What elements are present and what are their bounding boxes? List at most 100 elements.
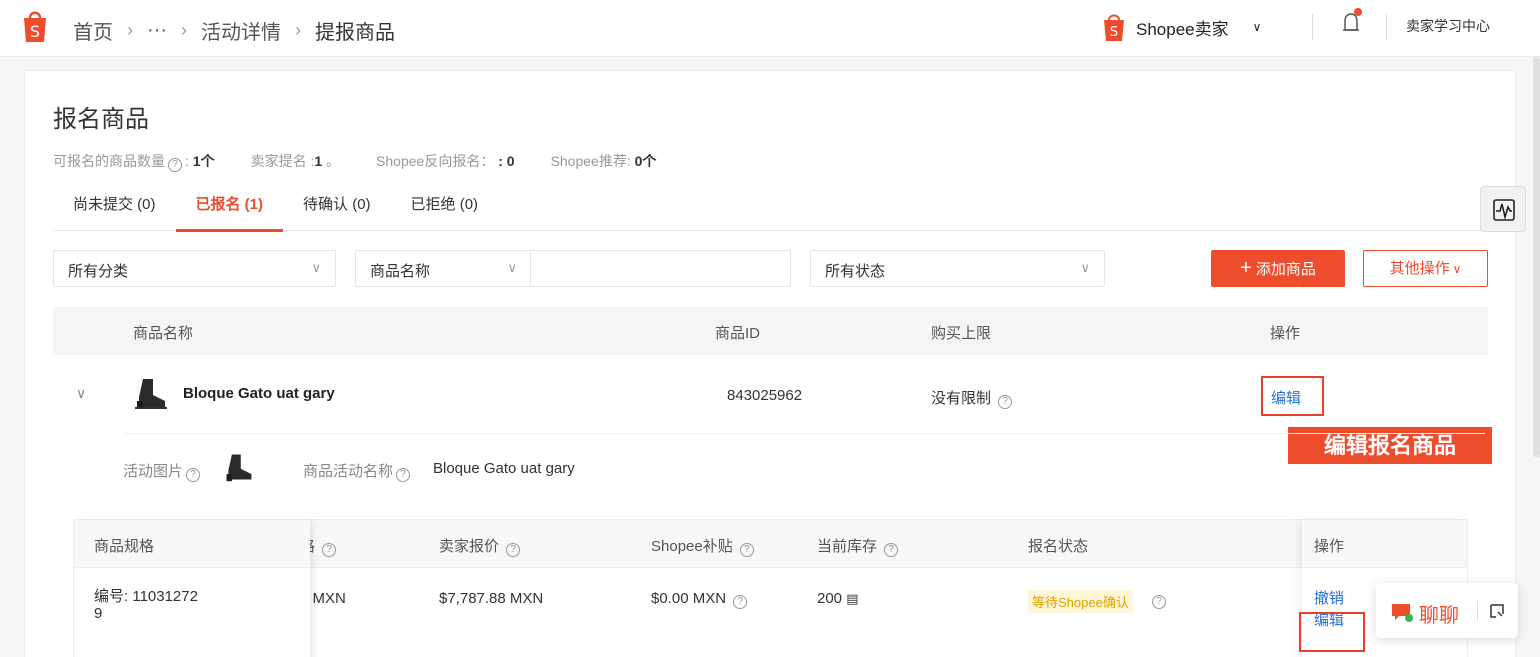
seller-menu[interactable]: S Shopee卖家 ∨ [1102, 12, 1261, 42]
help-icon[interactable]: ? [168, 158, 182, 172]
scrollbar[interactable] [1533, 57, 1540, 457]
top-bar: S 首页 › ··· › 活动详情 › 提报商品 S Shopee卖家 ∨ 卖家… [0, 0, 1540, 57]
help-icon[interactable]: ? [186, 468, 201, 482]
activity-name-label-text: 商品活动名称 [303, 463, 394, 480]
help-icon[interactable]: ? [739, 543, 754, 557]
activity-monitor-button[interactable] [1480, 186, 1526, 232]
breadcrumb-home[interactable]: 首页 [73, 16, 113, 45]
product-table-header: 商品名称 商品ID 购买上限 操作 [53, 307, 1488, 355]
bell-icon[interactable] [1337, 8, 1365, 38]
shopee-subsidy-text: $0.00 MXN [651, 590, 727, 607]
activity-name-label: 商品活动名称? [303, 460, 413, 482]
col-current-stock: 当前库存 ? [817, 535, 901, 557]
chevron-down-icon: ∨ [507, 260, 517, 275]
name-type-select[interactable]: 商品名称 ∨ [355, 250, 532, 287]
help-icon[interactable]: ? [1149, 590, 1169, 609]
product-thumbnail [135, 379, 167, 409]
spec-value-line1: 编号: 11031272 [94, 588, 198, 605]
col-purchase-limit: 购买上限 [931, 325, 992, 342]
chevron-down-icon: ∨ [1252, 20, 1262, 34]
breadcrumb-separator: › [294, 20, 301, 40]
col-spec: 商品规格 [74, 520, 310, 568]
col-product-id: 商品ID [715, 325, 761, 342]
stock-detail-icon[interactable]: ▤ [846, 591, 858, 606]
col-seller-price-text: 卖家报价 [439, 538, 500, 555]
svg-text:S: S [1110, 25, 1118, 40]
learning-center-link[interactable]: 卖家学习中心 [1406, 16, 1490, 36]
activity-image-label: 活动图片? [123, 460, 203, 482]
purchase-limit: 没有限制 ? [931, 387, 1015, 409]
divider [1477, 601, 1478, 621]
spec-value-line2: 9 [94, 605, 103, 622]
stat-recommend-value: 0个 [634, 153, 657, 169]
product-id: 843025962 [727, 387, 803, 404]
category-select[interactable]: 所有分类 ∨ [53, 250, 336, 287]
product-name[interactable]: Bloque Gato uat gary [183, 385, 335, 402]
stat-reverse-value: : 0 [498, 153, 515, 169]
stat-eligible-value: 1个 [192, 153, 215, 169]
more-actions-button[interactable]: 其他操作 ∨ [1363, 250, 1488, 287]
shopee-subsidy-value: $0.00 MXN ? [651, 590, 750, 609]
chat-label: 聊聊 [1419, 605, 1459, 627]
tab-not-submitted[interactable]: 尚未提交 (0) [53, 183, 176, 231]
more-actions-label: 其他操作 [1389, 260, 1450, 277]
help-icon[interactable]: ? [506, 543, 521, 557]
edit-button[interactable]: 编辑 [1261, 376, 1324, 416]
stat-reverse: Shopee反向报名： : 0 [376, 151, 515, 172]
help-icon[interactable]: ? [733, 595, 748, 609]
search-input[interactable] [530, 250, 791, 287]
help-icon[interactable]: ? [322, 543, 337, 557]
tab-rejected[interactable]: 已拒绝 (0) [391, 183, 499, 231]
activity-image[interactable] [223, 451, 255, 483]
chevron-down-icon: ∨ [1452, 262, 1462, 276]
purchase-limit-value: 没有限制 [931, 390, 992, 407]
add-product-button[interactable]: + 添加商品 [1211, 250, 1345, 287]
col-actions: 操作 [1270, 325, 1301, 342]
tab-signed-up[interactable]: 已报名 (1) [175, 183, 284, 232]
pulse-icon [1493, 199, 1515, 221]
help-icon[interactable]: ? [884, 543, 899, 557]
seller-label: Shopee卖家 [1136, 19, 1229, 39]
help-icon[interactable]: ? [396, 468, 411, 482]
variation-table: 格 ? 卖家报价 ? Shopee补贴 ? 当前库存 ? 报名状态 8 MXN … [73, 519, 1468, 657]
stock-text: 200 [817, 590, 843, 607]
chevron-down-icon: ∨ [1080, 260, 1090, 275]
stock-value: 200 ▤ [817, 590, 859, 607]
breadcrumb-current: 提报商品 [314, 22, 395, 44]
stat-seller-label: 卖家提名 : [250, 153, 315, 169]
help-icon[interactable]: ? [998, 395, 1013, 409]
tab-pending[interactable]: 待确认 (0) [283, 183, 391, 231]
col-shopee-subsidy-text: Shopee补贴 [651, 538, 733, 555]
col-signup-status: 报名状态 [1028, 538, 1089, 555]
stat-recommend-label: Shopee推荐: [550, 153, 631, 169]
plus-icon: + [1240, 257, 1252, 279]
chat-widget[interactable]: 聊聊 [1376, 583, 1518, 638]
divider [1312, 14, 1313, 40]
shopee-logo-icon[interactable]: S [20, 8, 50, 44]
category-select-value: 所有分类 [68, 263, 129, 280]
stat-seller-suffix: 。 [326, 153, 341, 169]
col-variation-actions: 操作 [1302, 520, 1467, 568]
col-product-name: 商品名称 [133, 325, 194, 342]
minimize-icon[interactable] [1488, 602, 1506, 620]
status-select[interactable]: 所有状态 ∨ [810, 250, 1105, 287]
expand-chevron-icon[interactable]: ∨ [76, 385, 86, 402]
breadcrumb-separator: › [180, 20, 187, 40]
page-title: 报名商品 [53, 106, 149, 133]
seller-price-value: $7,787.88 MXN [439, 590, 544, 607]
col-seller-price: 卖家报价 ? [439, 535, 523, 557]
col-shopee-subsidy: Shopee补贴 ? [651, 535, 757, 557]
name-type-value: 商品名称 [370, 263, 431, 280]
activity-image-label-text: 活动图片 [123, 463, 184, 480]
table-row: ∨ Bloque Gato uat gary 843025962 没有限制 ? … [53, 355, 1492, 501]
breadcrumb-activity-detail[interactable]: 活动详情 [201, 16, 281, 45]
stats-row: 可报名的商品数量?: 1个 卖家提名 :1 。 Shopee反向报名： : 0 … [53, 151, 656, 172]
spec-column: 商品规格 编号: 11031272 9 [74, 520, 310, 657]
breadcrumb-ellipsis[interactable]: ··· [147, 19, 167, 42]
spec-value: 编号: 11031272 9 [74, 568, 310, 642]
breadcrumb: 首页 › ··· › 活动详情 › 提报商品 [73, 16, 395, 45]
stat-eligible-label: 可报名的商品数量 [53, 153, 165, 169]
breadcrumb-separator: › [127, 20, 133, 40]
add-product-label: 添加商品 [1255, 261, 1316, 278]
signup-products-card: 报名商品 可报名的商品数量?: 1个 卖家提名 :1 。 Shopee反向报名：… [24, 70, 1516, 657]
